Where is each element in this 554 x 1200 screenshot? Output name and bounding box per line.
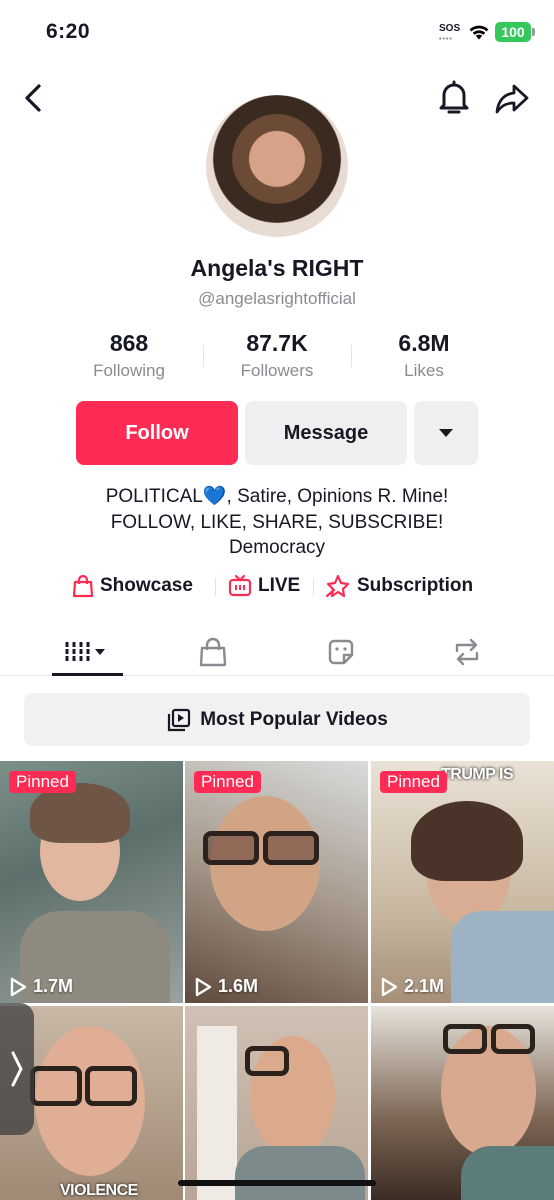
showcase-link[interactable]: Showcase — [72, 572, 193, 600]
profile-links: Showcase LIVE Subscription — [0, 572, 554, 600]
battery-indicator: 100 — [495, 22, 535, 42]
subscription-link[interactable]: Subscription — [325, 572, 473, 600]
chevron-left-icon[interactable] — [18, 80, 50, 116]
side-panel-handle[interactable] — [0, 1003, 34, 1135]
blue-heart-emoji: 💙 — [202, 486, 227, 507]
sticker-icon — [328, 639, 354, 665]
more-options-button[interactable] — [414, 401, 478, 465]
tab-reposts[interactable] — [432, 628, 502, 676]
followers-count: 87.7K — [246, 330, 308, 356]
play-icon — [381, 977, 398, 996]
active-tab-indicator — [52, 673, 123, 676]
bio-line-1: POLITICAL💙, Satire, Opinions R. Mine! — [0, 484, 554, 510]
pinned-badge: Pinned — [9, 771, 76, 793]
star-badge-icon — [325, 574, 350, 598]
share-arrow-icon[interactable] — [494, 80, 530, 116]
sos-indicator: SOS •••• — [439, 23, 461, 44]
likes-label: Likes — [404, 361, 444, 380]
video-thumbnail[interactable]: Pinned 1.7M — [0, 761, 183, 1003]
video-grid: Pinned 1.7M Pinned 1.6M TRUMP IS Pinned … — [0, 761, 554, 1200]
likes-count: 6.8M — [398, 330, 450, 356]
tab-shop[interactable] — [178, 628, 248, 676]
grid-bars-icon — [65, 642, 105, 662]
home-indicator[interactable] — [178, 1180, 376, 1186]
video-thumbnail[interactable] — [371, 1006, 554, 1200]
most-popular-videos-button[interactable]: Most Popular Videos — [24, 693, 530, 746]
caret-down-icon — [439, 429, 453, 437]
repost-icon — [455, 638, 479, 666]
bell-icon[interactable] — [436, 78, 472, 116]
status-time: 6:20 — [46, 20, 91, 43]
display-name: Angela's RIGHT — [190, 255, 364, 281]
video-caption: TRUMP IS — [441, 766, 514, 783]
video-thumbnail[interactable]: Pinned 1.6M — [185, 761, 368, 1003]
pinned-badge: Pinned — [194, 771, 261, 793]
wifi-icon — [469, 25, 489, 40]
view-count: 2.1M — [380, 976, 444, 997]
follow-button[interactable]: Follow — [76, 401, 238, 465]
video-caption: VIOLENCE — [60, 1182, 138, 1199]
video-thumbnail[interactable]: TRUMP IS Pinned 2.1M — [371, 761, 554, 1003]
bio: POLITICAL💙, Satire, Opinions R. Mine! FO… — [0, 484, 554, 561]
bio-line-2: FOLLOW, LIKE, SHARE, SUBSCRIBE! — [110, 511, 444, 533]
content-tabs — [0, 628, 554, 676]
play-icon — [10, 977, 27, 996]
tab-favorites[interactable] — [306, 628, 376, 676]
link-separator — [313, 578, 314, 596]
username-handle: @angelasrightofficial — [198, 289, 356, 308]
following-label: Following — [93, 361, 165, 380]
chevron-right-icon — [11, 1051, 23, 1087]
pinned-badge: Pinned — [380, 771, 447, 793]
link-separator — [215, 578, 216, 596]
avatar[interactable] — [206, 95, 348, 237]
tab-videos[interactable] — [52, 628, 122, 676]
view-count: 1.7M — [9, 976, 73, 997]
status-bar: 6:20 SOS •••• 100 — [0, 0, 554, 66]
bio-line-3: Democracy — [228, 537, 326, 558]
live-link[interactable]: LIVE — [228, 572, 300, 600]
video-thumbnail[interactable] — [185, 1006, 368, 1200]
followers-label: Followers — [240, 361, 314, 380]
play-icon — [195, 977, 212, 996]
shopping-bag-icon — [72, 574, 94, 598]
bag-icon — [199, 637, 227, 667]
tv-icon — [228, 574, 252, 597]
stat-likes[interactable]: 6.8M Likes — [349, 330, 499, 381]
stat-following[interactable]: 868 Following — [54, 330, 204, 381]
stat-followers[interactable]: 87.7K Followers — [202, 330, 352, 381]
message-button[interactable]: Message — [245, 401, 407, 465]
following-count: 868 — [109, 330, 149, 356]
view-count: 1.6M — [194, 976, 258, 997]
video-stack-icon — [168, 708, 191, 731]
